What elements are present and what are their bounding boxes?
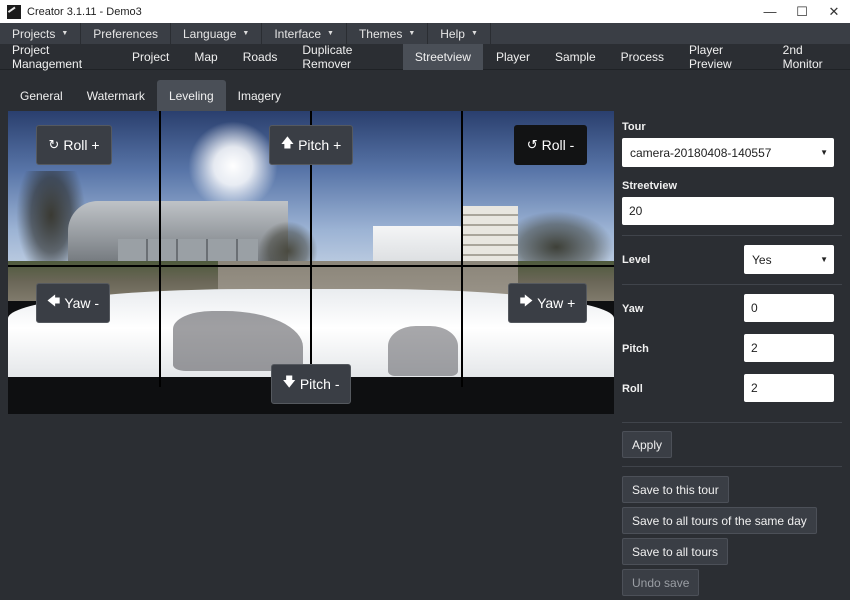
tab-roads[interactable]: Roads: [231, 44, 290, 70]
minimize-icon[interactable]: —: [754, 0, 786, 23]
menu-help[interactable]: Help ▼: [428, 23, 491, 44]
subtab-watermark[interactable]: Watermark: [75, 80, 157, 111]
maximize-icon[interactable]: ☐: [786, 0, 818, 23]
yaw-label: Yaw: [622, 303, 644, 315]
tab-sample[interactable]: Sample: [543, 44, 608, 70]
menu-projects[interactable]: Projects ▼: [0, 23, 82, 44]
button-label: Pitch -: [299, 376, 340, 392]
tab-process[interactable]: Process: [609, 44, 676, 70]
rotate-cw-icon: ↻: [48, 137, 60, 152]
menu-bar: Projects ▼ Preferences Language ▼ Interfac…: [0, 23, 850, 44]
window-title: Creator 3.1.11 - Demo3: [27, 5, 142, 18]
panorama-viewer[interactable]: ↻ Roll + 🡅 Pitch + ↺ Roll - 🡄 Yaw - 🡆 Yaw + 🡇…: [8, 111, 614, 414]
pitch-plus-button[interactable]: 🡅 Pitch +: [269, 125, 353, 165]
level-label: Level: [622, 254, 651, 266]
tab-map[interactable]: Map: [182, 44, 229, 70]
tab-player[interactable]: Player: [484, 44, 542, 70]
button-label: Pitch +: [298, 137, 342, 153]
save-tour-button[interactable]: Save to this tour: [622, 476, 729, 503]
tab-player-preview[interactable]: Player Preview: [677, 43, 770, 71]
arrow-up-icon: 🡅: [280, 135, 295, 150]
tab-project[interactable]: Project: [120, 44, 181, 70]
menu-language[interactable]: Language ▼: [171, 23, 263, 44]
yaw-minus-button[interactable]: 🡄 Yaw -: [36, 283, 110, 323]
tab-duplicate-remover[interactable]: Duplicate Remover: [290, 43, 402, 71]
button-label: Roll +: [63, 137, 100, 153]
roll-plus-button[interactable]: ↻ Roll +: [36, 125, 112, 165]
arrow-down-icon: 🡇: [282, 374, 296, 389]
grid-line: [159, 111, 161, 387]
menu-label: Interface: [274, 26, 322, 41]
leveling-panel: Tour camera-20180408-140557 ▼ Streetview…: [614, 111, 850, 600]
sub-tabs: General Watermark Leveling Imagery: [8, 80, 293, 111]
apply-button[interactable]: Apply: [622, 431, 673, 458]
roll-input[interactable]: 2: [744, 374, 834, 402]
caret-down-icon: ▼: [820, 255, 828, 264]
menu-interface[interactable]: Interface ▼: [262, 23, 347, 44]
caret-down-icon: ▼: [61, 30, 69, 37]
caret-down-icon: ▼: [408, 30, 416, 37]
button-label: Yaw -: [64, 295, 100, 311]
divider: [622, 422, 842, 423]
menu-label: Themes: [358, 26, 403, 41]
caret-down-icon: ▼: [242, 30, 250, 37]
tour-label: Tour: [622, 121, 646, 133]
menu-themes[interactable]: Themes ▼: [347, 23, 429, 44]
title-bar: Creator 3.1.11 - Demo3 — ☐ ✕: [0, 0, 850, 23]
level-select[interactable]: Yes ▼: [744, 245, 834, 274]
roll-minus-button[interactable]: ↺ Roll -: [514, 125, 587, 165]
level-select-value: Yes: [752, 252, 772, 267]
caret-down-icon: ▼: [470, 30, 478, 37]
roll-label: Roll: [622, 383, 643, 395]
button-label: Yaw +: [537, 295, 576, 311]
divider: [622, 466, 842, 467]
window-controls: — ☐ ✕: [754, 0, 850, 23]
streetview-input[interactable]: 20: [622, 197, 834, 225]
tour-select-value: camera-20180408-140557: [630, 145, 772, 160]
menu-label: Help: [440, 26, 465, 41]
caret-down-icon: ▼: [820, 148, 828, 157]
tab-project-management[interactable]: Project Management: [0, 43, 119, 71]
streetview-label: Streetview: [622, 180, 678, 192]
menu-preferences[interactable]: Preferences: [81, 23, 171, 44]
pitch-input[interactable]: 2: [744, 334, 834, 362]
divider: [622, 235, 842, 236]
yaw-input[interactable]: 0: [744, 294, 834, 322]
tab-2nd-monitor[interactable]: 2nd Monitor: [771, 43, 849, 71]
arrow-left-icon: 🡄: [46, 293, 61, 308]
subtab-general[interactable]: General: [8, 80, 75, 111]
menu-label: Language: [183, 26, 237, 41]
caret-down-icon: ▼: [327, 30, 334, 37]
grid-line: [461, 111, 463, 387]
save-all-tours-button[interactable]: Save to all tours: [622, 538, 729, 565]
panorama-shadow: [388, 326, 458, 376]
undo-save-button[interactable]: Undo save: [622, 569, 700, 596]
menu-label: Projects: [12, 26, 56, 41]
tour-select[interactable]: camera-20180408-140557 ▼: [622, 138, 834, 167]
tab-streetview[interactable]: Streetview: [402, 44, 483, 70]
close-icon[interactable]: ✕: [818, 0, 850, 23]
subtab-leveling[interactable]: Leveling: [156, 80, 226, 111]
subtab-imagery[interactable]: Imagery: [226, 80, 293, 111]
yaw-plus-button[interactable]: 🡆 Yaw +: [508, 283, 587, 323]
panorama-sun: [188, 121, 278, 211]
button-label: Roll -: [541, 137, 575, 153]
grid-line: [8, 265, 614, 267]
app-logo-icon: [7, 4, 21, 19]
pitch-label: Pitch: [622, 343, 649, 355]
save-same-day-button[interactable]: Save to all tours of the same day: [622, 507, 817, 534]
pitch-minus-button[interactable]: 🡇 Pitch -: [271, 364, 351, 404]
menu-label: Preferences: [93, 26, 158, 41]
main-tabs: Project Management Project Map Roads Dup…: [0, 43, 850, 71]
rotate-ccw-icon: ↺: [526, 137, 538, 152]
arrow-right-icon: 🡆: [519, 293, 534, 308]
divider: [622, 284, 842, 285]
